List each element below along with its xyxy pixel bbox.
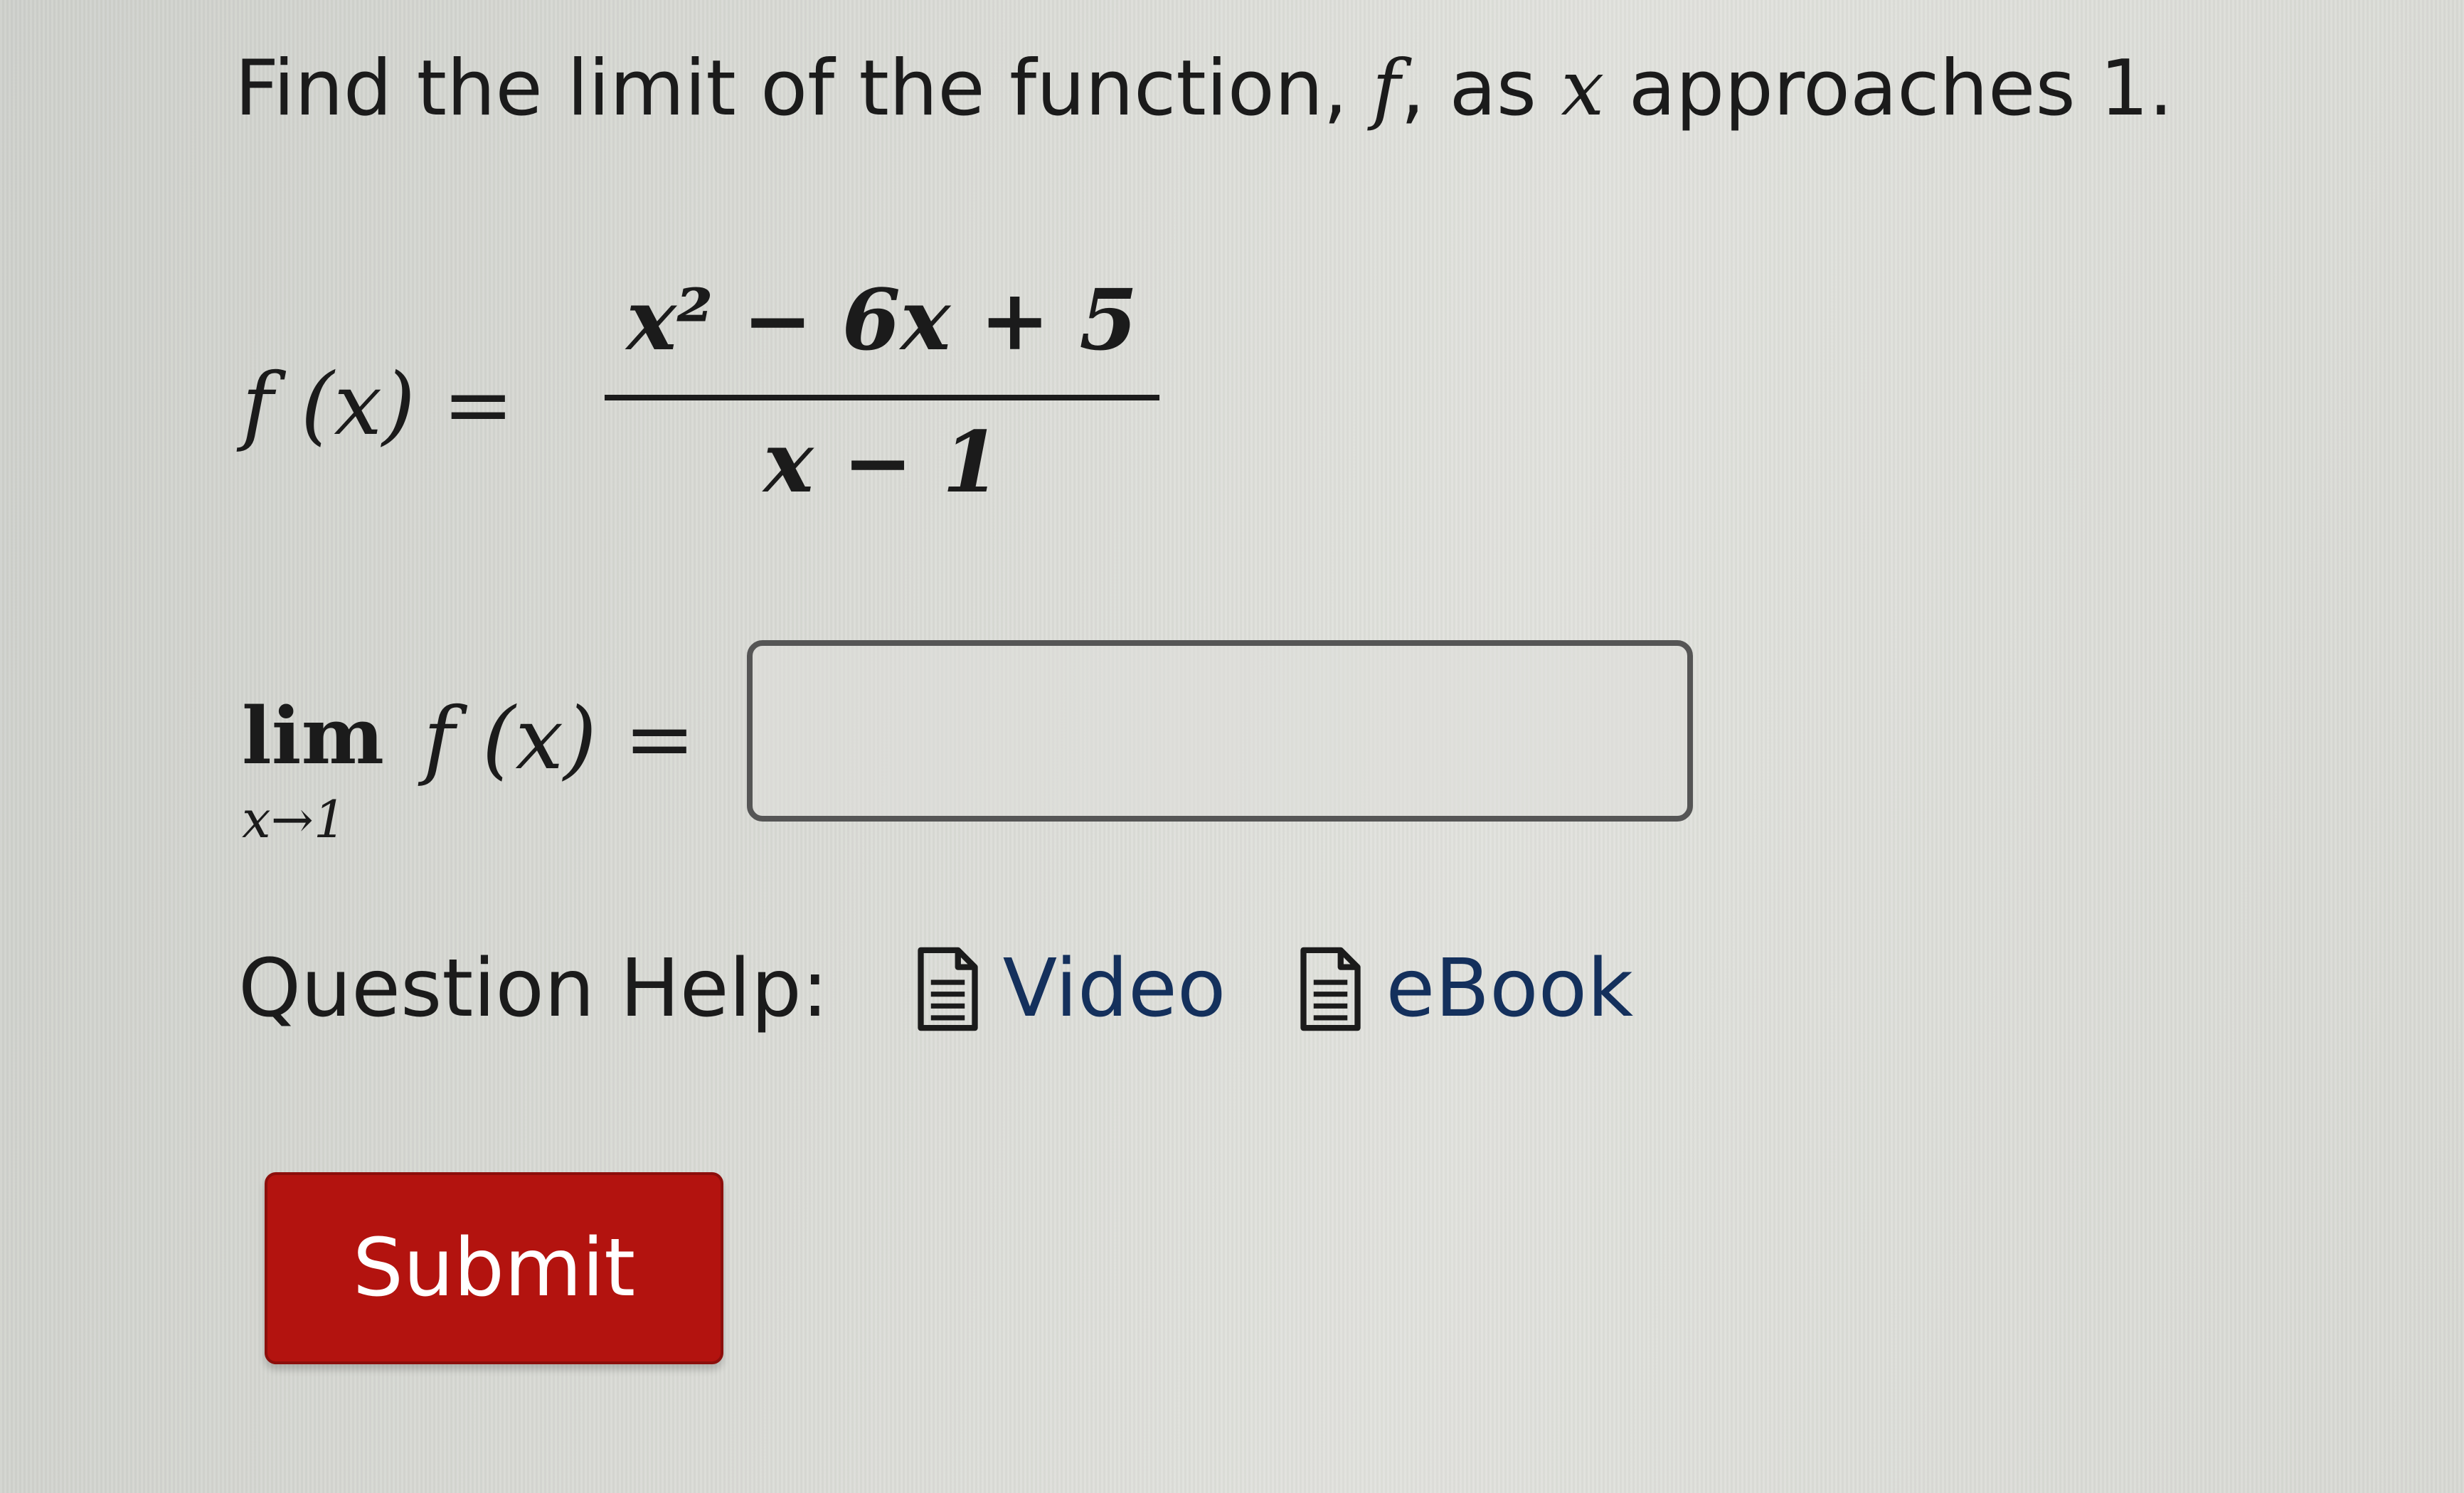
lim-equals: = — [624, 690, 696, 789]
function-definition: f (x) = x² − 6x + 5 x − 1 — [235, 270, 1231, 526]
prompt-text-end: approaches 1. — [1604, 44, 2174, 133]
question-help: Question Help: Video eBook — [238, 932, 1704, 1046]
question-help-label: Question Help: — [238, 942, 829, 1035]
ebook-link-label: eBook — [1386, 942, 1634, 1035]
prompt-text-mid: , as — [1400, 44, 1561, 133]
lim-function: f (x) = — [423, 690, 696, 789]
fraction-bar — [605, 395, 1159, 400]
function-equals: = — [442, 356, 514, 455]
function-name: f — [242, 356, 274, 455]
submit-button[interactable]: Submit — [265, 1172, 723, 1364]
video-link[interactable]: Video — [914, 942, 1226, 1035]
answer-input[interactable] — [747, 640, 1693, 822]
function-lhs: f (x) = — [242, 356, 514, 455]
lim-word: lim — [242, 690, 384, 782]
lim-function-argument: (x) — [482, 690, 597, 789]
prompt-x-var: x — [1561, 44, 1605, 133]
prompt-text-start: Find the limit of the function, — [235, 44, 1372, 133]
prompt-func-var: f — [1371, 44, 1401, 133]
document-icon — [917, 947, 978, 1031]
ebook-link[interactable]: eBook — [1297, 942, 1633, 1035]
video-link-label: Video — [1002, 942, 1226, 1035]
function-argument: (x) — [300, 356, 415, 455]
document-icon — [1300, 947, 1361, 1031]
limit-expression: lim x→1 f (x) = — [235, 626, 1728, 854]
lim-function-name: f — [423, 690, 455, 789]
question-prompt: Find the limit of the function, f, as x … — [235, 43, 2173, 135]
function-fraction: x² − 6x + 5 x − 1 — [605, 270, 1159, 526]
fraction-numerator: x² − 6x + 5 — [626, 270, 1138, 369]
fraction-denominator: x − 1 — [763, 413, 1001, 511]
lim-subscript: x→1 — [242, 790, 346, 849]
